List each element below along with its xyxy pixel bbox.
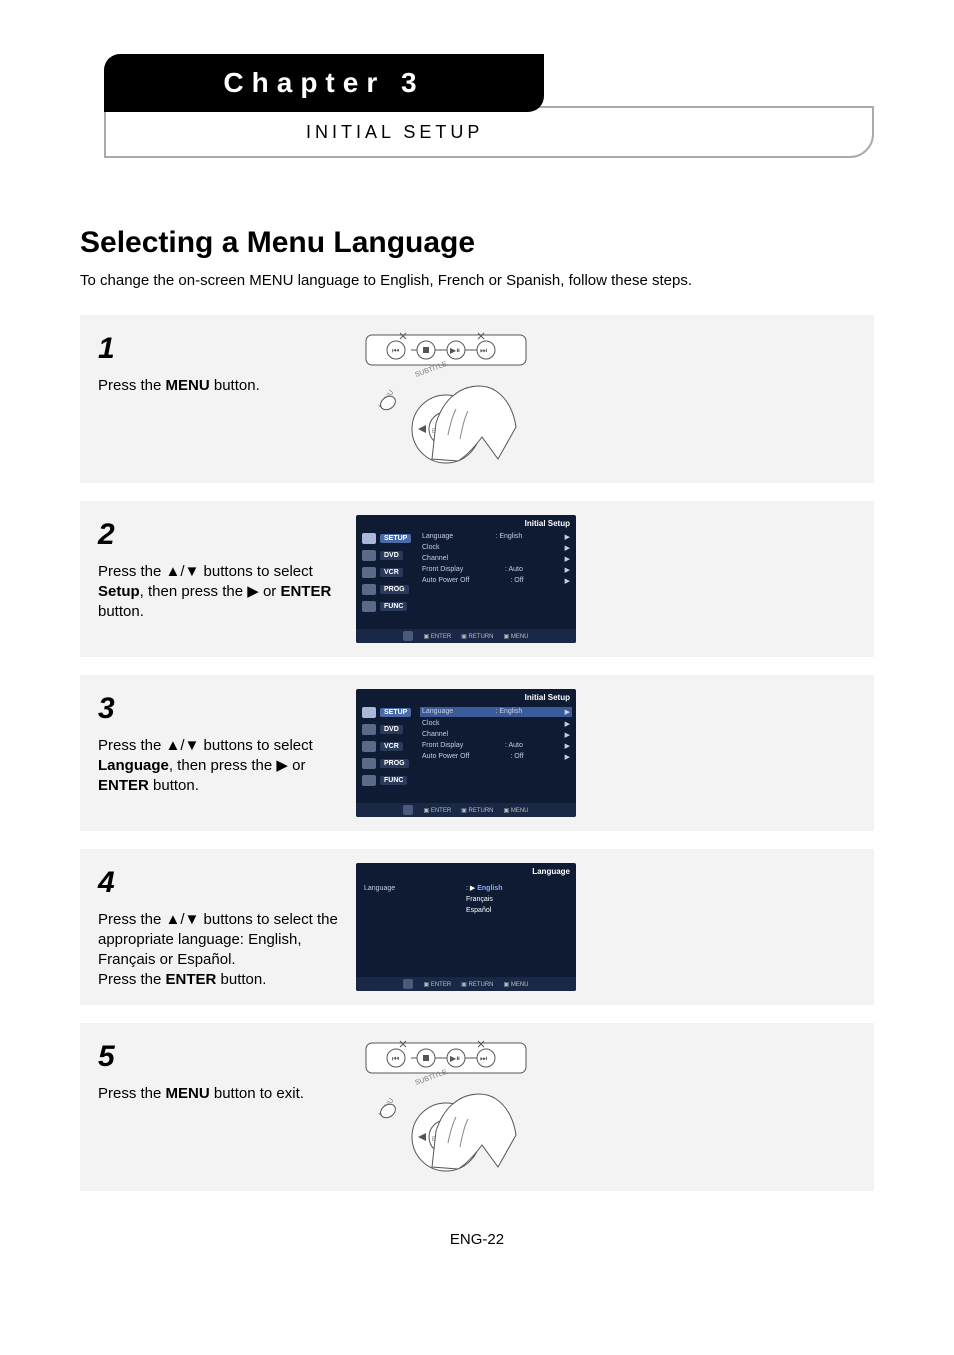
step-5: 5 Press the MENU button to exit. ⏮ ▶⏸ ⏭ … (80, 1023, 874, 1191)
osd-setup-menu-language-hl: Initial Setup SETUP DVD VCR PROG FUNC La… (356, 689, 576, 817)
subtitle-text: INITIAL SETUP (306, 122, 483, 143)
osd-language-options: : ▶ English Français Español (466, 883, 503, 917)
osd-row-language: Language: English▶ (422, 533, 570, 541)
osd-legend: ▣ ENTER ▣ RETURN ▣ MENU (356, 803, 576, 817)
osd-row-front-display: Front Display: Auto▶ (422, 566, 570, 574)
osd-row-front-display: Front Display: Auto▶ (422, 742, 570, 750)
gear-icon (362, 533, 376, 544)
osd-language-menu: Language Language : ▶ English Français E… (356, 863, 576, 991)
step-3-number: 3 (98, 689, 338, 730)
osd-title: Language (532, 867, 570, 876)
step-2: 2 Press the ▲/▼ buttons to select Setup,… (80, 501, 874, 657)
osd-tab-setup: SETUP (362, 533, 414, 544)
step-2-number: 2 (98, 515, 338, 556)
step-5-illustration: ⏮ ▶⏸ ⏭ SUBTITLE MENU ENTER (356, 1037, 856, 1177)
step-1-illustration: ⏮ ▶⏸ ⏭ SUBTITLE MENU ENTER (356, 329, 856, 469)
osd-side-tabs: SETUP DVD VCR PROG FUNC (362, 707, 414, 792)
osd-row-channel: Channel▶ (422, 555, 570, 563)
svg-text:⏮: ⏮ (392, 346, 399, 355)
step-4-number: 4 (98, 863, 338, 904)
step-5-text: 5 Press the MENU button to exit. (98, 1037, 338, 1104)
osd-tab-func: FUNC (362, 601, 414, 612)
tape-icon (362, 567, 376, 578)
osd-row-auto-power-off: Auto Power Off: Off▶ (422, 753, 570, 761)
step-2-illustration: Initial Setup SETUP DVD VCR PROG FUNC La… (356, 515, 856, 643)
step-3: 3 Press the ▲/▼ buttons to select Langua… (80, 675, 874, 831)
svg-text:▶⏸: ▶⏸ (450, 346, 460, 355)
osd-rows: Language: English▶ Clock▶ Channel▶ Front… (422, 533, 570, 588)
osd-rows: Language: English▶ Clock▶ Channel▶ Front… (422, 707, 570, 764)
step-1-text: 1 Press the MENU button. (98, 329, 338, 396)
osd-lang-francais: Français (466, 894, 503, 905)
osd-lang-espanol: Español (466, 905, 503, 916)
osd-legend: ▣ ENTER ▣ RETURN ▣ MENU (356, 629, 576, 643)
clock-icon (362, 584, 376, 595)
svg-text:⏭: ⏭ (480, 1054, 487, 1063)
osd-tab-prog: PROG (362, 758, 414, 769)
osd-title: Initial Setup (525, 693, 570, 702)
subtitle-box: INITIAL SETUP (104, 106, 874, 158)
osd-row-clock: Clock▶ (422, 544, 570, 552)
osd-tab-prog: PROG (362, 584, 414, 595)
step-4: 4 Press the ▲/▼ buttons to select the ap… (80, 849, 874, 1005)
page-number: ENG-22 (80, 1231, 874, 1248)
osd-setup-menu: Initial Setup SETUP DVD VCR PROG FUNC La… (356, 515, 576, 643)
clock-icon (362, 758, 376, 769)
gear-icon (362, 707, 376, 718)
chapter-label: Chapter 3 (223, 67, 424, 99)
remote-hand-icon: ⏮ ▶⏸ ⏭ SUBTITLE MENU ENTER (356, 329, 556, 469)
remote-hand-icon: ⏮ ▶⏸ ⏭ SUBTITLE MENU ENTER (356, 1037, 556, 1177)
step-4-illustration: Language Language : ▶ English Français E… (356, 863, 856, 991)
osd-row-channel: Channel▶ (422, 731, 570, 739)
step-5-number: 5 (98, 1037, 338, 1078)
section-title: Selecting a Menu Language (80, 226, 874, 260)
step-2-text: 2 Press the ▲/▼ buttons to select Setup,… (98, 515, 338, 622)
svg-text:⏮: ⏮ (392, 1054, 399, 1063)
svg-text:▶⏸: ▶⏸ (450, 1054, 460, 1063)
func-icon (362, 601, 376, 612)
osd-tab-func: FUNC (362, 775, 414, 786)
dpad-icon (403, 631, 413, 641)
svg-text:⏭: ⏭ (480, 346, 487, 355)
osd-language-label: Language (364, 885, 395, 892)
func-icon (362, 775, 376, 786)
osd-tab-dvd: DVD (362, 550, 414, 561)
section-subtitle: To change the on-screen MENU language to… (80, 272, 874, 289)
osd-legend: ▣ ENTER ▣ RETURN ▣ MENU (356, 977, 576, 991)
osd-row-language: Language: English▶ (420, 707, 572, 717)
disc-icon (362, 550, 376, 561)
osd-row-clock: Clock▶ (422, 720, 570, 728)
dpad-icon (403, 805, 413, 815)
osd-lang-english: : ▶ English (466, 883, 503, 894)
osd-title: Initial Setup (525, 519, 570, 528)
step-4-text: 4 Press the ▲/▼ buttons to select the ap… (98, 863, 338, 991)
dpad-icon (403, 979, 413, 989)
osd-tab-setup: SETUP (362, 707, 414, 718)
page: Chapter 3 INITIAL SETUP Selecting a Menu… (0, 0, 954, 1355)
chapter-pill: Chapter 3 (104, 54, 544, 112)
osd-tab-vcr: VCR (362, 741, 414, 752)
step-3-text: 3 Press the ▲/▼ buttons to select Langua… (98, 689, 338, 796)
disc-icon (362, 724, 376, 735)
tape-icon (362, 741, 376, 752)
osd-tab-vcr: VCR (362, 567, 414, 578)
osd-tab-dvd: DVD (362, 724, 414, 735)
chapter-header: Chapter 3 INITIAL SETUP (80, 56, 874, 166)
step-3-illustration: Initial Setup SETUP DVD VCR PROG FUNC La… (356, 689, 856, 817)
osd-row-auto-power-off: Auto Power Off: Off▶ (422, 577, 570, 585)
osd-side-tabs: SETUP DVD VCR PROG FUNC (362, 533, 414, 618)
step-1: 1 Press the MENU button. ⏮ ▶⏸ ⏭ SUBTITLE (80, 315, 874, 483)
step-1-number: 1 (98, 329, 338, 370)
